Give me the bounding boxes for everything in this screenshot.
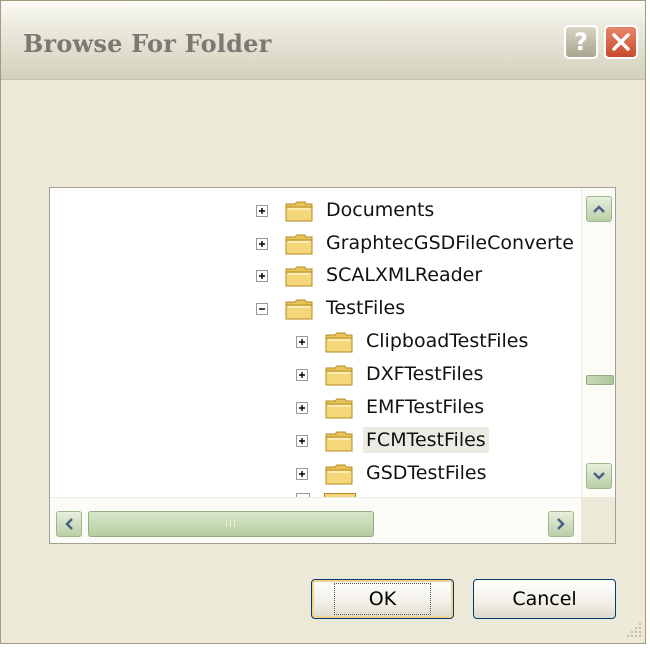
scroll-grip: III [225,518,237,530]
horizontal-scrollbar[interactable]: III [50,497,581,543]
tree-item[interactable]: EMFTestFiles [50,392,581,424]
tree-item[interactable]: Documents [50,195,581,227]
chevron-up-icon [593,205,605,213]
expand-plus-icon[interactable] [296,369,308,381]
tree-item[interactable]: SCALXMLReader [50,260,581,292]
scroll-left-button[interactable] [56,511,82,537]
expand-plus-icon[interactable] [296,435,308,447]
scroll-right-button[interactable] [548,511,574,537]
ok-button[interactable]: OK [311,579,454,619]
folder-icon [325,398,353,419]
collapse-minus-icon[interactable] [256,303,268,315]
expand-plus-icon[interactable] [296,402,308,414]
expand-plus-icon[interactable] [296,336,308,348]
tree-item-label: GSDTestFiles [366,462,487,484]
chevron-down-icon [593,472,605,480]
cancel-button[interactable]: Cancel [473,579,616,619]
chevron-right-icon [557,518,565,530]
expand-plus-icon[interactable] [296,468,308,480]
tree-item[interactable]: FCMTestFiles [50,425,581,457]
scroll-corner [581,497,615,543]
tree-item-label: TestFiles [326,297,406,319]
resize-grip-icon[interactable] [623,619,643,639]
folder-icon [325,431,353,452]
horizontal-scroll-thumb[interactable]: III [88,511,374,537]
tree-item-label: Documents [326,199,435,221]
scroll-up-button[interactable] [586,196,612,222]
question-mark-icon: ? [574,28,588,56]
vertical-scroll-thumb[interactable] [586,375,614,385]
tree-item-label: SCALXMLReader [326,264,483,286]
tree-item-label: FCMTestFiles [363,427,489,453]
expand-plus-icon[interactable] [256,238,268,250]
title-bar[interactable]: Browse For Folder ? [1,1,645,80]
chevron-left-icon [65,518,73,530]
cancel-button-label: Cancel [512,588,577,610]
tree-item-label: EMFTestFiles [366,396,485,418]
open-folder-icon [285,299,313,320]
folder-icon [325,464,353,485]
dialog-title: Browse For Folder [23,29,272,58]
browse-for-folder-dialog: Browse For Folder ? Documents GraphtecGSD… [0,0,646,644]
tree-item[interactable]: DXFTestFiles [50,359,581,391]
close-button[interactable] [604,25,638,59]
tree-item-label: ClipboadTestFiles [366,330,529,352]
tree-item-label: DXFTestFiles [366,363,484,385]
expand-plus-icon[interactable] [256,270,268,282]
folder-tree[interactable]: Documents GraphtecGSDFileConverte SCALXMLR… [49,187,616,544]
vertical-scrollbar[interactable] [581,188,615,497]
folder-icon [325,365,353,386]
ok-button-label: OK [333,583,432,615]
tree-item[interactable]: TestFiles [50,293,581,325]
folder-icon [285,201,313,222]
tree-item[interactable]: GraphtecGSDFileConverte [50,228,581,260]
tree-item-label: GraphtecGSDFileConverte [326,232,574,254]
tree-item[interactable]: GSDTestFiles [50,458,581,490]
help-button[interactable]: ? [564,25,598,59]
expand-plus-icon[interactable] [256,205,268,217]
scroll-down-button[interactable] [586,463,612,489]
tree-item[interactable]: ClipboadTestFiles [50,326,581,358]
folder-icon [285,266,313,287]
folder-icon [285,234,313,255]
folder-icon [325,332,353,353]
close-x-icon [612,33,630,51]
